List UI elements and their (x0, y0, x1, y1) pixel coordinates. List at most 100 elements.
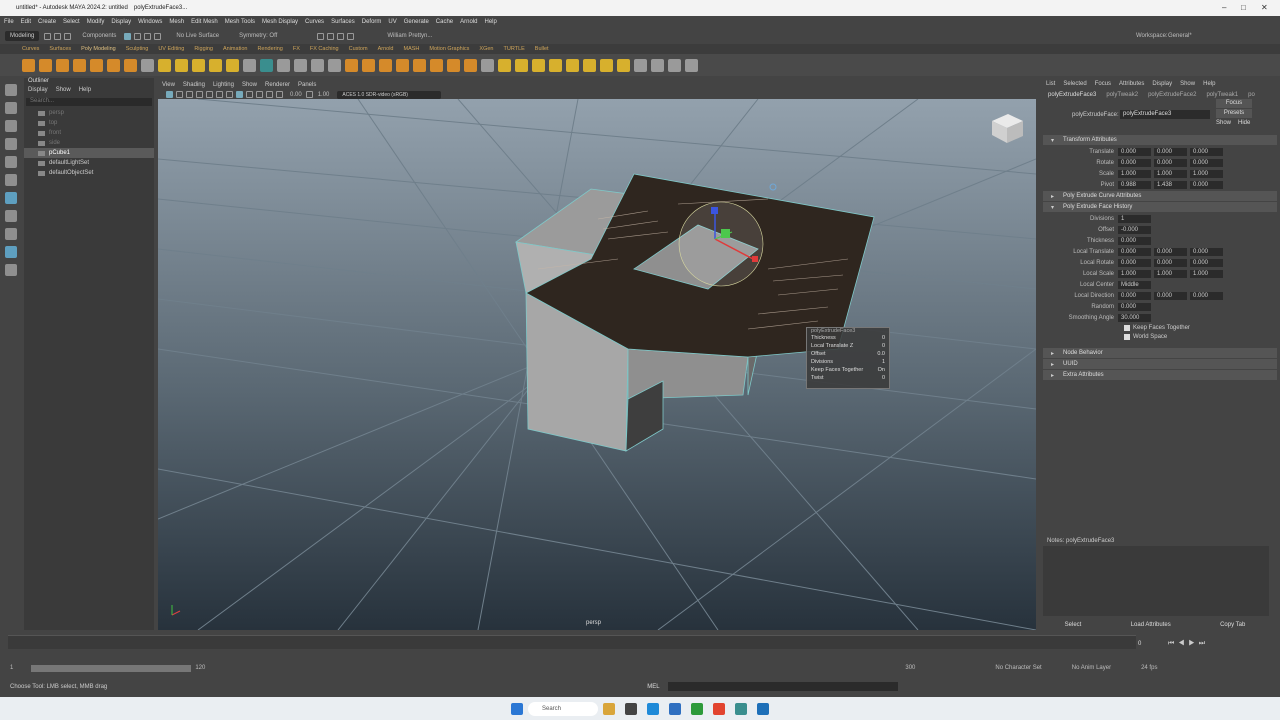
shelf-tab-surfaces[interactable]: Surfaces (49, 46, 71, 52)
snap-curve-icon[interactable] (144, 32, 152, 40)
move-tool-icon[interactable] (5, 138, 17, 150)
attr-tab[interactable]: polyExtrudeFace2 (1148, 92, 1196, 98)
shelf-tool-icon[interactable] (209, 58, 222, 72)
workspace-value[interactable]: General* (1168, 33, 1192, 39)
shelf-tool-icon[interactable] (379, 58, 392, 72)
textured-icon[interactable] (246, 91, 253, 98)
attr-field[interactable]: 0.000 (1118, 247, 1151, 256)
shelf-tool-icon[interactable] (362, 58, 375, 72)
shelf-tool-icon[interactable] (515, 58, 528, 72)
attr-menu-display[interactable]: Display (1152, 81, 1172, 87)
attr-field[interactable]: 1.000 (1118, 269, 1151, 278)
shelf-tool-icon[interactable] (566, 58, 579, 72)
terminal-icon[interactable] (625, 702, 637, 715)
shelf-tool-icon[interactable] (39, 58, 52, 72)
menu-curves[interactable]: Curves (305, 19, 324, 25)
menu-display[interactable]: Display (111, 19, 131, 25)
shelf-tool-icon[interactable] (600, 58, 613, 72)
shelf-tab-mash[interactable]: MASH (403, 46, 419, 52)
lasso-tool-icon[interactable] (5, 102, 17, 114)
shelf-tab-rigging[interactable]: Rigging (194, 46, 213, 52)
shelf-tool-icon[interactable] (481, 58, 494, 72)
menu-select[interactable]: Select (63, 19, 80, 25)
attr-field[interactable]: 1.438 (1154, 180, 1187, 189)
outliner-menu-help[interactable]: Help (79, 87, 91, 96)
in-view-value[interactable]: 0 (882, 335, 885, 343)
attr-menu-focus[interactable]: Focus (1095, 81, 1111, 87)
camera-attr-icon[interactable] (176, 91, 183, 98)
symmetry-label[interactable]: Symmetry: Off (239, 33, 277, 39)
time-ruler[interactable] (8, 635, 1136, 649)
menu-windows[interactable]: Windows (138, 19, 162, 25)
shelf-tool-icon[interactable] (294, 58, 307, 72)
in-view-value[interactable]: On (878, 367, 885, 375)
shelf-tool-icon[interactable] (345, 58, 358, 72)
attr-tab[interactable]: po (1248, 92, 1255, 98)
in-view-value[interactable]: 0 (882, 375, 885, 383)
attr-field[interactable]: 0.000 (1118, 147, 1151, 156)
image-plane-icon[interactable] (196, 91, 203, 98)
new-scene-icon[interactable] (44, 32, 52, 40)
shelf-tool-icon[interactable] (328, 58, 341, 72)
menu-create[interactable]: Create (38, 19, 56, 25)
attr-field[interactable]: 1.000 (1154, 269, 1187, 278)
attr-field[interactable]: 0.988 (1118, 180, 1151, 189)
camera-select-icon[interactable] (166, 91, 173, 98)
section-extra-attributes[interactable]: Extra Attributes (1043, 370, 1277, 380)
shelf-tool-icon[interactable] (447, 58, 460, 72)
render-icon[interactable] (317, 32, 325, 40)
bookmark-icon[interactable] (186, 91, 193, 98)
layout-icon[interactable] (5, 228, 17, 240)
viewport-menu-view[interactable]: View (162, 82, 175, 88)
copy-tab-button[interactable]: Copy Tab (1220, 622, 1245, 628)
film-gate-icon[interactable] (216, 91, 223, 98)
attr-menu-list[interactable]: List (1046, 81, 1055, 87)
snap-grid-icon[interactable] (134, 32, 142, 40)
in-view-value[interactable]: 1 (882, 359, 885, 367)
menu-modify[interactable]: Modify (87, 19, 105, 25)
attr-field[interactable]: 1.000 (1118, 169, 1151, 178)
in-view-value[interactable]: 0.0 (877, 351, 885, 359)
shelf-tool-icon[interactable] (532, 58, 545, 72)
render-settings-icon[interactable] (337, 32, 345, 40)
attr-field[interactable]: 0.000 (1154, 158, 1187, 167)
lights-icon[interactable] (256, 91, 263, 98)
menu-mesh-display[interactable]: Mesh Display (262, 19, 298, 25)
user-label[interactable]: William Prettyn... (387, 33, 432, 39)
shelf-tab-poly-modeling[interactable]: Poly Modeling (81, 46, 116, 52)
attr-field[interactable]: 1 (1118, 214, 1151, 223)
in-view-editor[interactable]: polyExtrudeFace3 Thickness 0 Local Transla… (806, 327, 890, 389)
anim-layer[interactable]: No Anim Layer (1072, 665, 1111, 671)
save-scene-icon[interactable] (64, 32, 72, 40)
attr-checkbox[interactable]: Keep Faces Together (1040, 323, 1280, 332)
shelf-tool-icon[interactable] (685, 58, 698, 72)
mode-select[interactable]: Modeling (5, 31, 40, 41)
file-explorer-icon[interactable] (603, 702, 615, 715)
menu-file[interactable]: File (4, 19, 14, 25)
attr-field[interactable]: 0.000 (1190, 258, 1223, 267)
attr-field[interactable]: 30.000 (1118, 313, 1151, 322)
shelf-tool-icon[interactable] (311, 58, 324, 72)
outliner-menu-show[interactable]: Show (56, 87, 71, 96)
chrome-icon[interactable] (713, 702, 725, 715)
attr-field[interactable]: Middle (1118, 280, 1151, 289)
attr-field[interactable]: 0.000 (1118, 158, 1151, 167)
attr-field[interactable]: 0.000 (1190, 291, 1223, 300)
section-node-behavior[interactable]: Node Behavior (1043, 348, 1277, 358)
ipr-icon[interactable] (327, 32, 335, 40)
taskbar-search[interactable]: Search (528, 701, 598, 716)
outliner-item[interactable]: defaultObjectSet (24, 168, 154, 178)
menu-help[interactable]: Help (484, 19, 496, 25)
attr-checkbox[interactable]: World Space (1040, 332, 1280, 341)
rotate-tool-icon[interactable] (5, 156, 17, 168)
mel-label[interactable]: MEL (647, 684, 659, 690)
shelf-tool-icon[interactable] (260, 58, 273, 72)
shelf-tool-icon[interactable] (141, 58, 154, 72)
notes-panel[interactable]: Notes: polyExtrudeFace3 (1043, 538, 1269, 616)
wireframe-icon[interactable] (226, 91, 233, 98)
store-icon[interactable] (669, 702, 681, 715)
shelf-tool-icon[interactable] (243, 58, 256, 72)
shelf-tab-arnold[interactable]: Arnold (378, 46, 394, 52)
shelf-tool-icon[interactable] (107, 58, 120, 72)
paint-select-icon[interactable] (5, 120, 17, 132)
